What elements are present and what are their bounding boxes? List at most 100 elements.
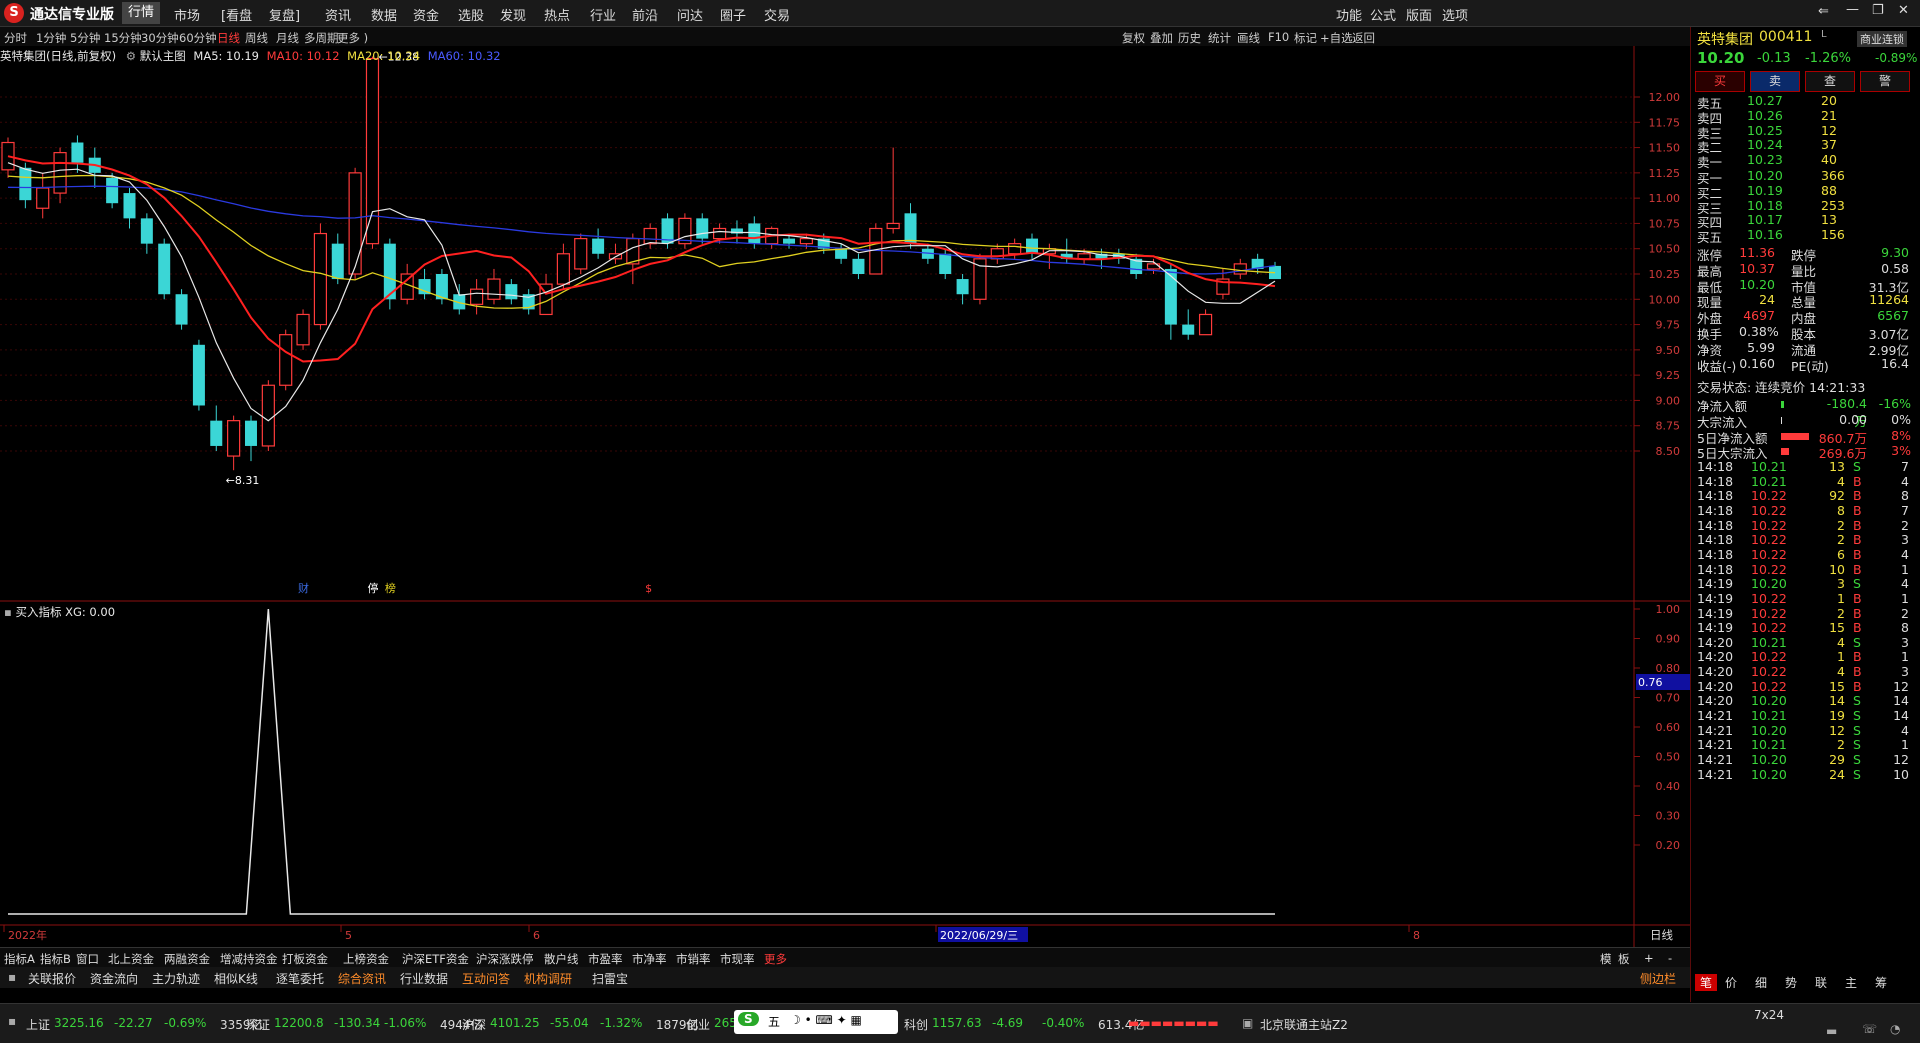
- tool-4[interactable]: 画线: [1237, 30, 1260, 46]
- menu-item-13[interactable]: 圈子: [720, 5, 746, 24]
- server-name[interactable]: 北京联通主站Z2: [1260, 1016, 1348, 1033]
- indicator-tab-10[interactable]: 散户线: [544, 951, 579, 967]
- quote-button-3[interactable]: 警: [1860, 71, 1910, 92]
- ime-logo-icon[interactable]: S: [738, 1012, 759, 1026]
- period-1[interactable]: 1分钟: [36, 30, 66, 46]
- index-sh-name[interactable]: 上证: [26, 1016, 50, 1033]
- tool-2[interactable]: 历史: [1178, 30, 1201, 46]
- index-sz-name[interactable]: 深证: [246, 1016, 270, 1033]
- tool-1[interactable]: 叠加: [1150, 30, 1173, 46]
- indicator-tab-5[interactable]: 增减持资金: [220, 951, 278, 967]
- close-icon[interactable]: ✕: [1898, 3, 1909, 18]
- period-2[interactable]: 5分钟: [70, 30, 100, 46]
- indicator-chart[interactable]: 1.00 0.90 0.80 0.70 0.60 0.50 0.40 0.30 0.20 0.7…: [0, 602, 1690, 947]
- right-tab-1[interactable]: 价: [1725, 974, 1737, 991]
- right-tab-6[interactable]: 筹: [1875, 974, 1887, 991]
- indicator-tab-0[interactable]: 指标A: [4, 951, 35, 967]
- indicator-tab-13[interactable]: 市销率: [676, 951, 711, 967]
- index-cy-name[interactable]: 创业: [686, 1016, 710, 1033]
- period-5[interactable]: 60分钟: [179, 30, 217, 46]
- indicator-tab-14[interactable]: 市现率: [720, 951, 755, 967]
- right-tab-3[interactable]: 势: [1785, 974, 1797, 991]
- index-kc-name[interactable]: 科创: [904, 1016, 928, 1033]
- period-0[interactable]: 分时: [4, 30, 27, 46]
- indicator-tab-8[interactable]: 沪深ETF资金: [402, 951, 469, 967]
- tool-7[interactable]: +自选: [1320, 30, 1353, 46]
- period-3[interactable]: 15分钟: [104, 30, 142, 46]
- menu-item-7[interactable]: 选股: [458, 5, 484, 24]
- indicator-toggle-icon[interactable]: ▪: [4, 605, 12, 619]
- kline-chart[interactable]: 12.00 11.75 11.50 11.25 11.00 10.75 10.50 10.25…: [0, 46, 1690, 602]
- info-tab-3[interactable]: 相似K线: [214, 970, 258, 987]
- minimize-icon[interactable]: —: [1846, 2, 1859, 17]
- menu-item-12[interactable]: 问达: [677, 5, 703, 24]
- indicator-tab-12[interactable]: 市净率: [632, 951, 667, 967]
- subtabs-toggle-icon[interactable]: ▪: [8, 970, 16, 984]
- info-tab-5[interactable]: 综合资讯: [338, 970, 386, 987]
- period-9[interactable]: 多周期: [304, 30, 339, 46]
- tool-8[interactable]: 返回: [1352, 30, 1375, 46]
- indicator-right-0[interactable]: 模: [1600, 951, 1612, 967]
- quote-button-1[interactable]: 卖: [1750, 71, 1800, 92]
- quote-button-2[interactable]: 查: [1805, 71, 1855, 92]
- chart-template[interactable]: 默认主图: [140, 49, 186, 63]
- info-tab-1[interactable]: 资金流向: [90, 970, 138, 987]
- menu-item-6[interactable]: 资金: [413, 5, 439, 24]
- menu-item-9[interactable]: 热点: [544, 5, 570, 24]
- tool-0[interactable]: 复权: [1122, 30, 1145, 46]
- info-tab-9[interactable]: 扫雷宝: [592, 970, 628, 987]
- menu-right-item-3[interactable]: 选项: [1442, 5, 1468, 24]
- period-6[interactable]: 日线: [217, 30, 240, 46]
- news-icon[interactable]: ▬: [1826, 1024, 1837, 1038]
- menu-item-5[interactable]: 数据: [371, 5, 397, 24]
- period-4[interactable]: 30分钟: [141, 30, 179, 46]
- info-tab-2[interactable]: 主力轨迹: [152, 970, 200, 987]
- info-tab-8[interactable]: 机构调研: [524, 970, 572, 987]
- menu-item-14[interactable]: 交易: [764, 5, 790, 24]
- tool-5[interactable]: F10: [1268, 30, 1289, 44]
- back-icon[interactable]: ⇐: [1818, 4, 1829, 19]
- indicator-tab-11[interactable]: 市盈率: [588, 951, 623, 967]
- indicator-tab-9[interactable]: 沪深涨跌停: [476, 951, 534, 967]
- tool-3[interactable]: 统计: [1208, 30, 1231, 46]
- right-tab-4[interactable]: 联: [1815, 974, 1827, 991]
- info-tab-6[interactable]: 行业数据: [400, 970, 448, 987]
- period-7[interactable]: 周线: [245, 30, 268, 46]
- indicator-tab-1[interactable]: 指标B: [40, 951, 71, 967]
- indicator-right-3[interactable]: -: [1668, 951, 1672, 965]
- index-hs-name[interactable]: 沪深: [462, 1016, 486, 1033]
- news-724[interactable]: 7x24: [1754, 1008, 1784, 1022]
- period-8[interactable]: 月线: [276, 30, 299, 46]
- menu-item-11[interactable]: 前沿: [632, 5, 658, 24]
- status-toggle-icon[interactable]: ▪: [8, 1014, 16, 1028]
- ime-tools-icon[interactable]: ☽ • ⌨ ✦ ▦: [790, 1013, 862, 1027]
- phone-icon[interactable]: ☏: [1862, 1022, 1877, 1036]
- indicator-tab-7[interactable]: 上榜资金: [343, 951, 389, 967]
- tool-6[interactable]: 标记: [1294, 30, 1317, 46]
- info-tab-0[interactable]: 关联报价: [28, 970, 76, 987]
- indicator-tab-15[interactable]: 更多: [764, 951, 787, 967]
- indicator-tab-2[interactable]: 窗口: [76, 951, 99, 967]
- template-icon[interactable]: ⚙: [126, 49, 136, 63]
- info-tab-4[interactable]: 逐笔委托: [276, 970, 324, 987]
- menu-right-item-1[interactable]: 公式: [1370, 5, 1396, 24]
- menu-item-8[interactable]: 发现: [500, 5, 526, 24]
- sector-name[interactable]: 商业连锁: [1857, 31, 1907, 47]
- indicator-right-1[interactable]: 板: [1618, 951, 1630, 967]
- menu-item-2[interactable]: [看盘: [221, 5, 252, 24]
- clock-icon[interactable]: ◔: [1890, 1022, 1900, 1036]
- right-tab-5[interactable]: 主: [1845, 974, 1857, 991]
- ime-mode[interactable]: 五: [768, 1013, 780, 1030]
- menu-item-0[interactable]: 行情: [122, 2, 161, 24]
- info-tab-7[interactable]: 互动问答: [462, 970, 510, 987]
- menu-item-1[interactable]: 市场: [174, 5, 200, 24]
- right-tab-0[interactable]: 笔: [1695, 974, 1718, 991]
- quote-button-0[interactable]: 买: [1695, 71, 1745, 92]
- restore-icon[interactable]: ❐: [1872, 3, 1884, 18]
- indicator-tab-3[interactable]: 北上资金: [108, 951, 154, 967]
- menu-item-3[interactable]: 复盘]: [269, 5, 300, 24]
- period-10[interactable]: 更多 ): [337, 30, 368, 46]
- indicator-right-2[interactable]: +: [1644, 951, 1654, 965]
- indicator-tab-4[interactable]: 两融资金: [164, 951, 210, 967]
- menu-right-item-0[interactable]: 功能: [1336, 5, 1362, 24]
